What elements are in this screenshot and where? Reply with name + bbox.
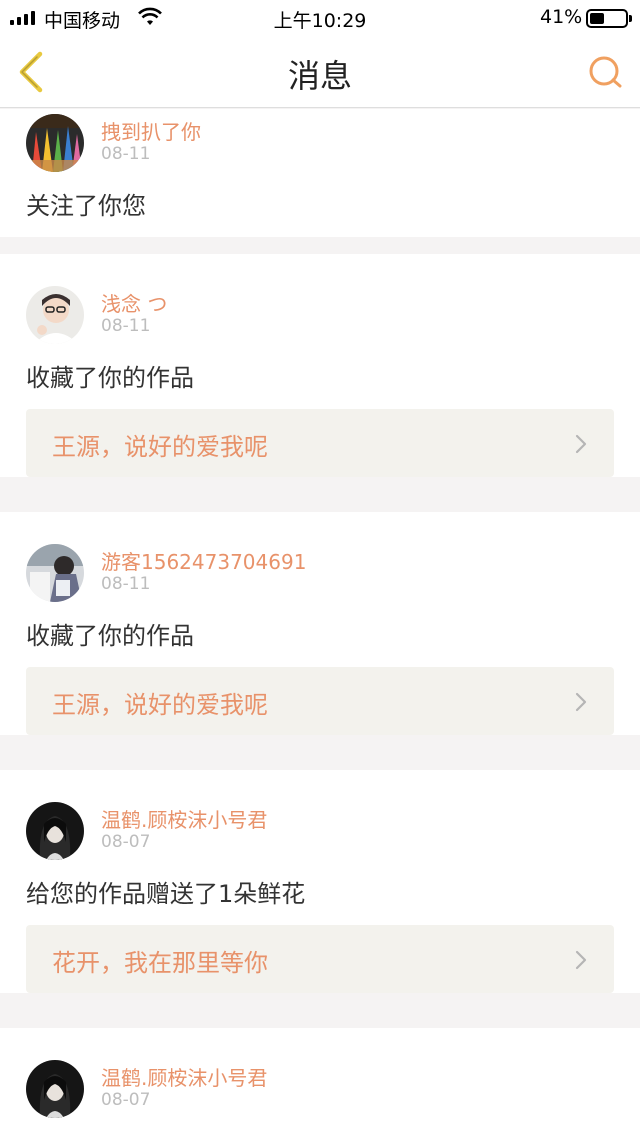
message-date: 08-11 [101, 144, 151, 164]
battery-percent: 41% [540, 6, 583, 28]
username[interactable]: 温鹤.顾桉沫小号君 [101, 804, 267, 833]
message-date: 08-07 [101, 1090, 151, 1110]
message-header: 游客1562473704691 08-11 [26, 536, 614, 606]
battery-icon [586, 9, 632, 28]
message-header: 温鹤.顾桉沫小号君 08-07 [26, 794, 614, 864]
divider [0, 753, 640, 770]
work-title: 王源，说好的爱我呢 [52, 433, 268, 461]
message-card: 温鹤.顾桉沫小号君 08-07 给您的作品赠送了1朵鲜花 [0, 1028, 640, 1139]
message-action: 收藏了你的作品 [26, 622, 194, 650]
chevron-right-icon [575, 434, 587, 454]
message-card: 游客1562473704691 08-11 收藏了你的作品 王源，说好的爱我呢 [0, 512, 640, 735]
message-feed: 拽到扒了你 08-11 关注了你您 浅念 つ 08-11 收藏了你的作品 王源，… [0, 109, 640, 1139]
message-header: 浅念 つ 08-11 [26, 278, 614, 348]
username[interactable]: 温鹤.顾桉沫小号君 [101, 1062, 267, 1091]
work-link[interactable]: 花开，我在那里等你 [26, 925, 614, 993]
username[interactable]: 游客1562473704691 [101, 546, 306, 575]
divider [0, 495, 640, 512]
username[interactable]: 浅念 つ [101, 288, 167, 317]
avatar[interactable] [26, 544, 84, 602]
avatar[interactable] [26, 1060, 84, 1118]
work-title: 花开，我在那里等你 [52, 949, 268, 977]
avatar[interactable] [26, 286, 84, 344]
nav-bar: 消息 [0, 36, 640, 108]
message-action: 给您的作品赠送了1朵鲜花 [26, 1122, 614, 1139]
work-link[interactable]: 王源，说好的爱我呢 [26, 667, 614, 735]
search-icon[interactable] [586, 53, 624, 91]
message-header: 温鹤.顾桉沫小号君 08-07 [26, 1052, 614, 1122]
avatar[interactable] [26, 114, 84, 172]
chevron-right-icon [575, 692, 587, 712]
message-card: 拽到扒了你 08-11 关注了你您 [0, 109, 640, 237]
avatar[interactable] [26, 802, 84, 860]
chevron-right-icon [575, 950, 587, 970]
username[interactable]: 拽到扒了你 [101, 116, 201, 145]
divider [0, 237, 640, 254]
message-action: 关注了你您 [26, 192, 146, 220]
message-date: 08-11 [101, 574, 151, 594]
message-action: 收藏了你的作品 [26, 364, 194, 392]
message-date: 08-07 [101, 832, 151, 852]
message-date: 08-11 [101, 316, 151, 336]
divider [0, 1011, 640, 1028]
status-bar: 中国移动 上午10:29 41% [0, 0, 640, 36]
message-card: 浅念 つ 08-11 收藏了你的作品 王源，说好的爱我呢 [0, 254, 640, 477]
message-card: 温鹤.顾桉沫小号君 08-07 给您的作品赠送了1朵鲜花 花开，我在那里等你 [0, 770, 640, 993]
message-header: 拽到扒了你 08-11 [26, 109, 614, 176]
work-link[interactable]: 王源，说好的爱我呢 [26, 409, 614, 477]
message-action: 给您的作品赠送了1朵鲜花 [26, 880, 306, 908]
work-title: 王源，说好的爱我呢 [52, 691, 268, 719]
page-title: 消息 [287, 57, 352, 95]
